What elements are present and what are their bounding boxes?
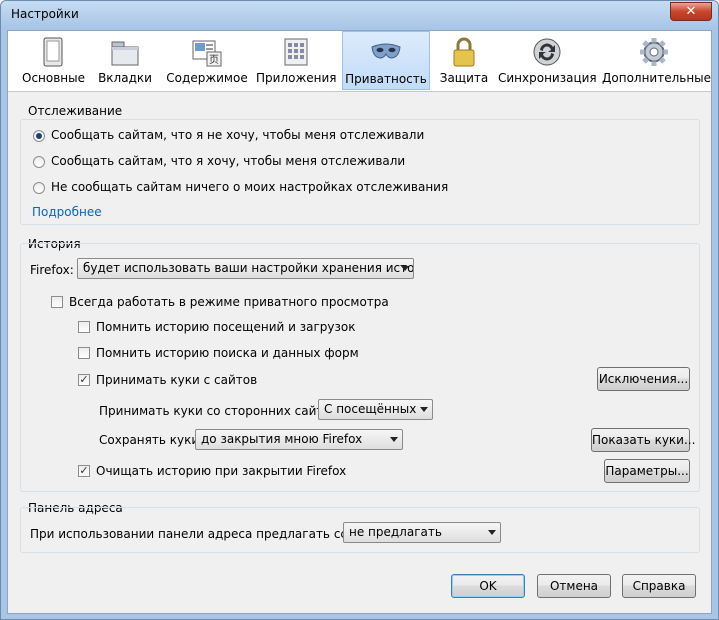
remember-search-label[interactable]: Помнить историю поиска и данных форм <box>96 346 359 360</box>
tracking-more-link[interactable]: Подробнее <box>32 205 102 219</box>
tab-privacy[interactable]: Приватность <box>342 31 430 90</box>
tab-applications-label: Приложения <box>256 71 337 85</box>
tab-advanced-label: Дополнительные <box>602 71 712 85</box>
tab-tabs[interactable]: Вкладки <box>92 31 158 90</box>
clear-on-close-checkbox[interactable]: ✓ <box>78 465 90 477</box>
gear-icon <box>640 38 668 66</box>
chevron-down-icon <box>420 407 428 412</box>
close-window-button[interactable]: ✕ <box>670 2 712 21</box>
applications-icon <box>284 38 308 66</box>
third-party-cookies-label: Принимать куки со сторонних сайтов: <box>99 404 342 418</box>
accept-cookies-checkbox[interactable]: ✓ <box>78 374 90 386</box>
private-mode-label[interactable]: Всегда работать в режиме приватного прос… <box>69 295 389 309</box>
sync-icon <box>533 38 561 66</box>
ok-button[interactable]: OK <box>451 574 525 598</box>
exceptions-button[interactable]: Исключения... <box>597 367 690 391</box>
tab-sync[interactable]: Синхронизация <box>498 31 597 90</box>
privacy-mask-icon <box>371 43 401 59</box>
history-mode-select[interactable]: будет использовать ваши настройки хранен… <box>77 258 414 279</box>
tracking-option-do-not-track[interactable]: Сообщать сайтам, что я не хочу, чтобы ме… <box>51 128 424 142</box>
tab-tabs-label: Вкладки <box>98 71 152 85</box>
tracking-group-title: Отслеживание <box>28 104 123 118</box>
address-suggest-select[interactable]: не предлагать <box>343 522 501 543</box>
tab-security[interactable]: Защита <box>434 31 494 90</box>
tab-content[interactable]: 页 Содержимое <box>166 31 248 90</box>
keep-cookies-value: до закрытия мною Firefox <box>201 432 363 446</box>
chevron-down-icon <box>401 266 409 271</box>
remember-search-checkbox[interactable] <box>78 347 90 359</box>
tab-content-label: Содержимое <box>166 71 248 85</box>
title-bar[interactable]: Настройки ✕ <box>1 1 718 29</box>
clear-settings-button[interactable]: Параметры... <box>604 459 690 483</box>
pane-toolbar: Основные Вкладки 页 Содержимое Приложения… <box>8 31 711 92</box>
window-title: Настройки <box>11 7 79 21</box>
svg-text:页: 页 <box>209 54 219 66</box>
tracking-radio-do-not-track[interactable] <box>33 130 45 142</box>
clear-on-close-label[interactable]: Очищать историю при закрытии Firefox <box>96 464 346 478</box>
show-cookies-button[interactable]: Показать куки... <box>591 428 695 452</box>
cancel-button[interactable]: Отмена <box>537 574 611 598</box>
help-button[interactable]: Справка <box>622 574 696 598</box>
chevron-down-icon <box>488 530 496 535</box>
chevron-down-icon <box>390 437 398 442</box>
dialog-client-area: Основные Вкладки 页 Содержимое Приложения… <box>7 30 712 614</box>
address-suggest-label: При использовании панели адреса предлага… <box>30 527 384 541</box>
keep-cookies-select[interactable]: до закрытия мною Firefox <box>195 429 403 450</box>
tab-applications[interactable]: Приложения <box>256 31 337 90</box>
remember-visits-checkbox[interactable] <box>78 321 90 333</box>
tab-privacy-label: Приватность <box>345 72 427 86</box>
tracking-radio-track[interactable] <box>33 156 45 168</box>
tab-security-label: Защита <box>439 71 489 85</box>
tab-sync-label: Синхронизация <box>498 71 597 85</box>
preferences-window: Настройки ✕ Основные Вкладки 页 Содержимо… <box>0 0 719 620</box>
padlock-icon <box>453 37 475 67</box>
keep-cookies-label: Сохранять куки: <box>99 433 204 447</box>
history-firefox-label: Firefox: <box>30 263 74 277</box>
tab-general[interactable]: Основные <box>22 31 86 90</box>
remember-visits-label[interactable]: Помнить историю посещений и загрузок <box>96 320 355 334</box>
tracking-option-no-preference[interactable]: Не сообщать сайтам ничего о моих настрой… <box>51 180 448 194</box>
tabs-icon <box>111 41 139 66</box>
third-party-cookies-value: С посещённых <box>324 402 417 416</box>
private-mode-checkbox[interactable] <box>51 296 63 308</box>
tracking-radio-no-preference[interactable] <box>33 182 45 194</box>
tracking-option-track[interactable]: Сообщать сайтам, что я хочу, чтобы меня … <box>51 154 405 168</box>
tab-advanced[interactable]: Дополнительные <box>602 31 712 90</box>
accept-cookies-label[interactable]: Принимать куки с сайтов <box>96 373 257 387</box>
tab-general-label: Основные <box>22 71 86 85</box>
general-icon <box>43 37 63 67</box>
address-suggest-value: не предлагать <box>349 525 442 539</box>
content-icon: 页 <box>192 40 222 67</box>
third-party-cookies-select[interactable]: С посещённых <box>318 399 433 420</box>
history-mode-value: будет использовать ваши настройки хранен… <box>83 261 414 275</box>
